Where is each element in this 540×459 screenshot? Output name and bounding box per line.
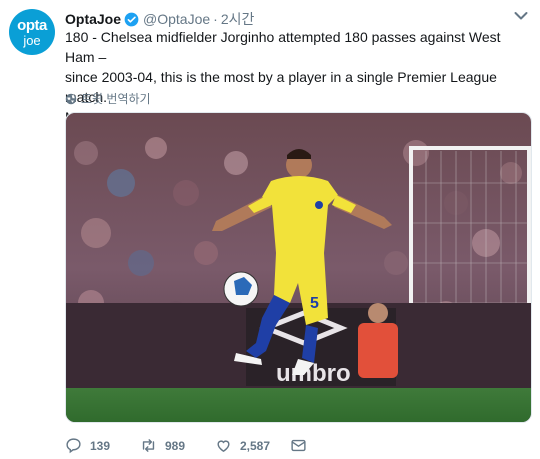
message-button[interactable] bbox=[290, 437, 315, 454]
tweet-actions: 139 989 2,587 bbox=[65, 437, 315, 454]
tweet-photo[interactable]: umbro 5 bbox=[65, 112, 532, 423]
separator-dot: · bbox=[213, 11, 218, 27]
reply-count: 139 bbox=[90, 438, 111, 453]
retweet-count: 989 bbox=[165, 438, 186, 453]
like-button[interactable]: 2,587 bbox=[215, 437, 290, 454]
avatar[interactable]: opta joe bbox=[9, 9, 55, 55]
like-icon bbox=[217, 440, 230, 452]
tweet-timestamp[interactable]: 2시간 bbox=[221, 9, 255, 29]
author-name[interactable]: OptaJoe bbox=[65, 11, 121, 27]
globe-icon bbox=[65, 93, 77, 104]
translate-label: 트윗 번역하기 bbox=[81, 92, 151, 106]
message-icon bbox=[291, 439, 306, 452]
reply-icon bbox=[66, 438, 81, 454]
caret-down-icon[interactable] bbox=[514, 11, 528, 21]
board-text: umbro bbox=[276, 360, 351, 387]
avatar-text-line2: joe bbox=[23, 32, 41, 48]
retweet-button[interactable]: 989 bbox=[140, 437, 215, 454]
translate-tweet-link[interactable]: 트윗 번역하기 bbox=[65, 90, 151, 107]
player-photo: umbro 5 bbox=[66, 113, 531, 422]
tweet-text-line1: 180 - Chelsea midfielder Jorginho attemp… bbox=[65, 29, 501, 65]
player-number: 5 bbox=[310, 295, 319, 312]
reply-button[interactable]: 139 bbox=[65, 437, 140, 454]
verified-icon bbox=[124, 12, 139, 26]
tweet-header: OptaJoe @OptaJoe · 2시간 bbox=[65, 9, 254, 29]
author-handle[interactable]: @OptaJoe bbox=[143, 11, 210, 27]
retweet-icon bbox=[142, 439, 155, 452]
avatar-text-line1: opta bbox=[17, 16, 47, 34]
like-count: 2,587 bbox=[240, 438, 271, 453]
